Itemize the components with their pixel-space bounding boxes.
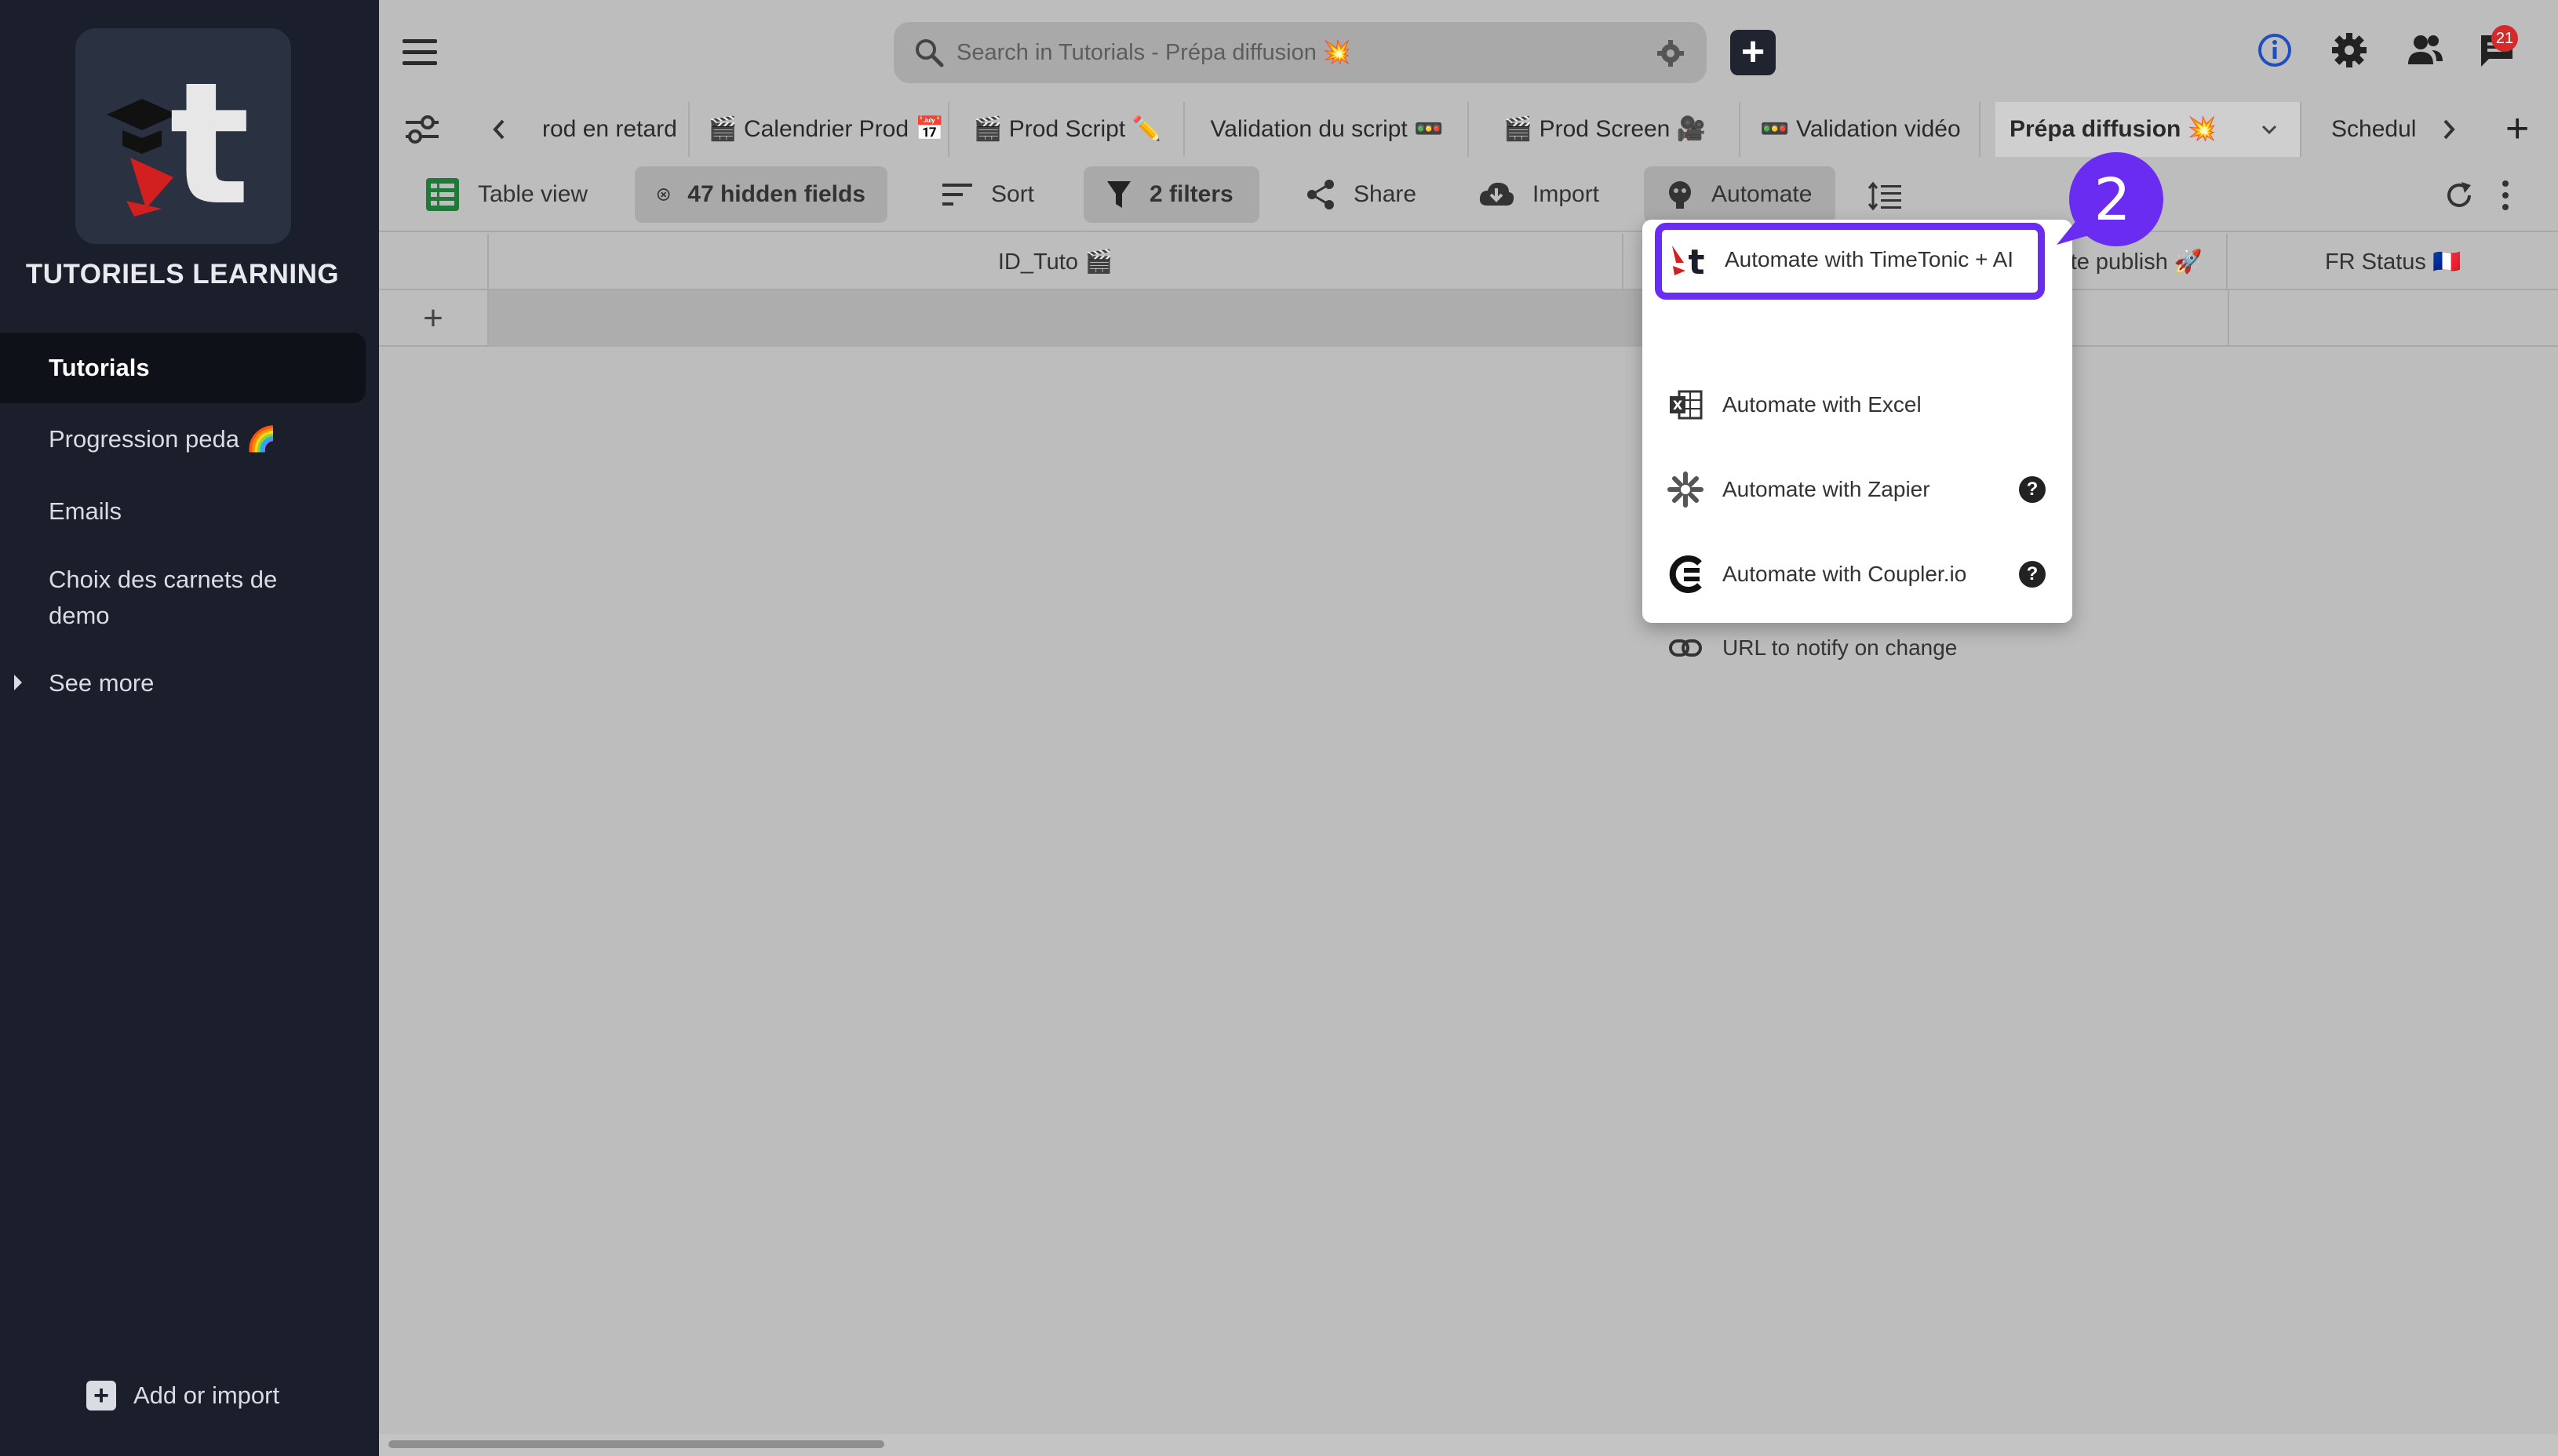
settings-gear-icon[interactable] [2330,31,2368,69]
sidebar-item-emails[interactable]: Emails [0,493,366,530]
cloud-download-icon [1479,182,1514,206]
menu-item-url-notify-label: URL to notify on change [1722,635,1958,660]
menu-item-automate-coupler[interactable]: Automate with Coupler.io ? [1642,538,2072,610]
tab-schedule[interactable]: Schedul [2317,102,2447,157]
horizontal-scrollbar-thumb[interactable] [388,1440,884,1448]
timetonic-icon: t [1672,242,1705,280]
import-label: Import [1532,181,1600,207]
zapier-help-icon[interactable]: ? [2019,476,2046,503]
column-header-fr-status[interactable]: FR Status 🇫🇷 [2228,234,2558,290]
filters-button[interactable]: 2 filters [1084,166,1259,223]
sort-button[interactable]: Sort [919,166,1056,223]
step-number: 2 [2093,166,2131,234]
coupler-icon [1666,555,1705,594]
add-or-import-label: Add or import [133,1381,280,1409]
svg-text:X: X [1673,398,1683,413]
row-number-header [379,234,489,290]
link-icon [1666,628,1705,668]
step-number-badge: 2 [2053,149,2171,251]
workspace-logo[interactable]: t [75,28,291,244]
tabs-scroll-right-icon[interactable] [2439,118,2459,141]
grid-new-row: + [379,290,2558,347]
tab-validation-du-script[interactable]: Validation du script 🚥 [1186,102,1469,157]
menu-item-automate-coupler-label: Automate with Coupler.io [1722,562,1967,586]
filters-label: 2 filters [1150,181,1233,207]
tabs-row: rod en retard 🎬 Calendrier Prod 📅 🎬 Prod… [379,102,2558,157]
search-settings-gear-icon[interactable] [1656,39,1685,67]
tabs-scroll-left-icon[interactable] [489,118,509,141]
caret-right-icon [14,675,22,690]
sidebar-item-progression-peda[interactable]: Progression peda 🌈 [0,421,366,457]
hidden-fields-button[interactable]: 47 hidden fields [635,166,887,223]
coupler-help-icon[interactable]: ? [2019,561,2046,588]
add-tab-plus-icon[interactable]: + [2505,107,2529,151]
hamburger-menu-icon[interactable] [403,39,437,72]
tab-calendrier-prod[interactable]: 🎬 Calendrier Prod 📅 [705,102,949,157]
users-icon[interactable] [2405,31,2446,69]
share-button[interactable]: Share [1283,166,1438,223]
more-vertical-icon[interactable] [2498,177,2513,213]
info-icon[interactable] [2256,31,2294,69]
refresh-icon[interactable] [2443,179,2476,212]
menu-item-automate-zapier[interactable]: Automate with Zapier ? [1642,453,2072,526]
new-item-button[interactable]: + [1730,30,1776,75]
import-button[interactable]: Import [1456,166,1621,223]
plus-square-icon: + [86,1381,116,1410]
menu-item-automate-timetonic[interactable]: t Automate with TimeTonic + AI [1655,223,2045,300]
workspace-title: TUTORIELS LEARNING [25,259,340,289]
row-height-icon[interactable] [1867,180,1903,212]
logo-letter-icon: t [169,46,250,242]
sort-lines-icon [942,184,972,206]
view-settings-sliders-icon[interactable] [403,111,442,147]
table-grid-icon [426,178,459,211]
sort-label: Sort [991,181,1035,207]
table-view-button[interactable]: Table view [403,166,610,223]
top-bar: + [379,0,2558,102]
excel-icon: X [1666,385,1705,424]
zapier-icon [1666,470,1705,509]
hidden-fields-label: 47 hidden fields [687,181,865,207]
grid-header: ID_Tuto 🎬 te publish 🚀 FR Status 🇫🇷 [379,234,2558,290]
funnel-filter-icon [1107,181,1131,208]
column-header-id-tuto[interactable]: ID_Tuto 🎬 [489,234,1623,290]
menu-item-automate-zapier-label: Automate with Zapier [1722,477,1930,501]
robot-head-icon [1669,181,1691,209]
search-icon [916,39,944,67]
menu-item-automate-excel-label: Automate with Excel [1722,392,1922,417]
circle-x-icon [657,188,670,201]
view-toolbar: Table view 47 hidden fields Sort 2 filte… [379,157,2558,232]
automate-button[interactable]: Automate [1644,166,1835,223]
add-or-import-button[interactable]: + Add or import [86,1381,279,1410]
sidebar-item-choix-des-carnets[interactable]: Choix des carnets de demo [0,562,330,634]
notification-badge: 21 [2491,25,2518,52]
search-bar[interactable] [894,22,1707,83]
search-input[interactable] [957,22,1631,83]
add-row-button[interactable]: + [379,290,489,347]
menu-item-url-notify[interactable]: URL to notify on change [1642,612,2072,684]
share-label: Share [1354,181,1417,207]
tab-prod-en-retard[interactable]: rod en retard [542,102,690,157]
tab-prepa-diffusion-label: Prépa diffusion 💥 [2010,116,2217,142]
sidebar-see-more[interactable]: See more [0,665,366,701]
menu-item-automate-excel[interactable]: X Automate with Excel [1642,369,2072,441]
chevron-down-icon[interactable] [2261,124,2278,135]
sidebar: t TUTORIELS LEARNING Tutorials Progressi… [0,0,379,1456]
see-more-label: See more [49,669,155,697]
sidebar-item-tutorials[interactable]: Tutorials [0,333,366,403]
table-view-label: Table view [478,181,588,207]
menu-item-automate-timetonic-label: Automate with TimeTonic + AI [1725,247,2014,271]
tab-validation-video[interactable]: 🚥 Validation vidéo [1742,102,1980,157]
share-icon [1307,180,1334,209]
svg-text:t: t [1688,242,1704,280]
tab-prod-script[interactable]: 🎬 Prod Script ✏️ [951,102,1185,157]
automate-label: Automate [1711,181,1813,207]
column-divider [2228,290,2229,347]
tab-prod-screen[interactable]: 🎬 Prod Screen 🎥 [1470,102,1740,157]
